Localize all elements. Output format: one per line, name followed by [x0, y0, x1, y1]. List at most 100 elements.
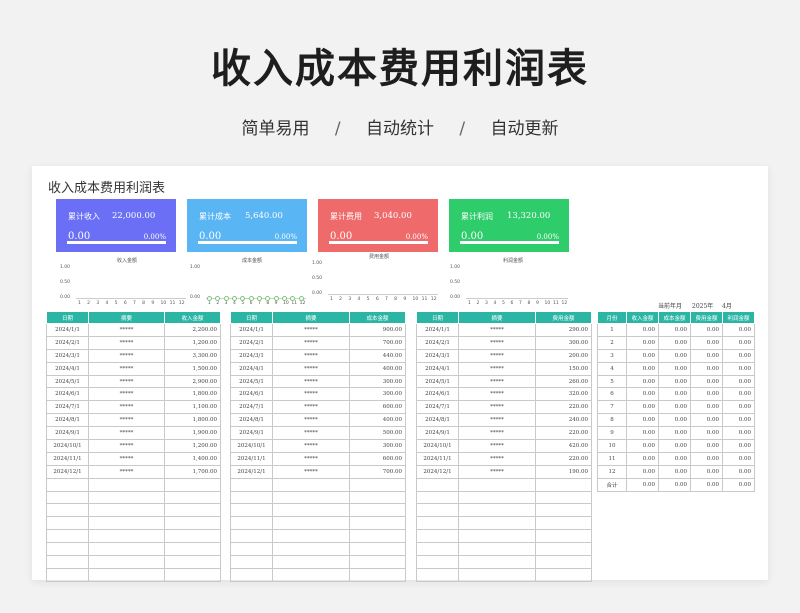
- table-cell: *****: [458, 323, 536, 337]
- table-row: 2024/5/1 ***** 300.00: [230, 374, 406, 389]
- table-cell: 260.00: [535, 374, 592, 389]
- table-cell: 0.00: [626, 374, 659, 389]
- table-cell: 0.00: [658, 361, 691, 376]
- table-cell: 2024/5/1: [230, 374, 273, 389]
- table-cell: 10: [597, 439, 627, 453]
- table-row: 2024/9/1 ***** 220.00: [416, 426, 592, 441]
- x-tick-label: 8: [527, 301, 531, 306]
- table-cell: *****: [88, 323, 165, 337]
- table-cell: 3,300.00: [164, 348, 221, 363]
- table-row: 2024/4/1 ***** 400.00: [230, 361, 406, 376]
- kpi-value: 3,040.00: [374, 211, 412, 221]
- table-cell: 1,100.00: [164, 400, 221, 415]
- table-cell: *****: [88, 451, 165, 466]
- kpi-progress-bar: [460, 241, 559, 244]
- table-cell: 0.00: [722, 413, 755, 428]
- column-header: 摘要: [458, 311, 536, 324]
- table-cell: 12: [597, 464, 627, 479]
- table-cell: [88, 542, 165, 557]
- table-row: [46, 529, 221, 544]
- table-row: 2024/10/1 ***** 420.00: [416, 439, 592, 453]
- table-cell: 300.00: [349, 439, 406, 453]
- table-row: 2024/11/1 ***** 220.00: [416, 451, 592, 466]
- table-row: [230, 567, 406, 582]
- table-cell: 200.00: [535, 348, 592, 363]
- mini-line-chart: 收入金额 1.00 0.50 0.00 1 2 3 4 5 6 7 8 9 10 11 12: [60, 258, 190, 310]
- table-cell: [416, 490, 459, 505]
- table-cell: 0.00: [626, 477, 659, 492]
- table-cell: 2024/3/1: [230, 348, 273, 363]
- table-cell: 2,900.00: [164, 374, 221, 389]
- data-point-marker: [223, 296, 229, 301]
- table-cell: 240.00: [535, 413, 592, 428]
- table-cell: 0.00: [722, 361, 755, 376]
- table-cell: 0.00: [690, 477, 723, 492]
- table-cell: 2024/11/1: [230, 451, 273, 466]
- table-cell: *****: [458, 426, 536, 441]
- table-cell: [46, 477, 89, 492]
- table-cell: 0.00: [658, 348, 691, 363]
- table-row: 2024/1/1 ***** 290.00: [416, 323, 592, 337]
- table-cell: [349, 490, 406, 505]
- x-tick-label: 8: [266, 301, 270, 306]
- data-point-marker: [282, 296, 287, 301]
- table-cell: 2024/7/1: [230, 400, 273, 415]
- y-tick-label: 0.00: [312, 291, 323, 296]
- mini-line-chart: 成本金额 1.00 0.00 1 2 3 4 5 6 7 8 9 10 11 12: [190, 258, 310, 310]
- table-cell: [416, 567, 459, 582]
- table-cell: *****: [458, 374, 536, 389]
- kpi-card-cost: 累计成本 5,640.00 0.00 0.00%: [187, 199, 307, 252]
- sheet-title: 收入成本费用利润表: [48, 181, 166, 196]
- table-cell: [230, 555, 273, 569]
- table-cell: 1,200.00: [164, 439, 221, 453]
- table-cell: 0.00: [626, 439, 659, 453]
- table-cell: 5: [597, 374, 627, 389]
- table-row: 7 0.00 0.00 0.00 0.00: [597, 400, 755, 415]
- table-cell: [46, 555, 89, 569]
- x-tick-label: 3: [348, 297, 352, 302]
- table-cell: 0.00: [626, 413, 659, 428]
- table-cell: [164, 555, 221, 569]
- x-tick-label: 11: [553, 301, 559, 306]
- table-cell: [272, 542, 350, 557]
- table-cell: 0.00: [658, 451, 691, 466]
- column-header: 摘要: [88, 311, 165, 324]
- table-cell: [46, 529, 89, 544]
- table-cell: 2,200.00: [164, 323, 221, 337]
- table-row: 2024/12/1 ***** 1,700.00: [46, 464, 221, 479]
- table-cell: 0.00: [690, 374, 723, 389]
- table-cell: 4: [597, 361, 627, 376]
- table-cell: [349, 529, 406, 544]
- table-row: 2024/10/1 ***** 1,200.00: [46, 439, 221, 453]
- table-row: 2024/4/1 ***** 1,500.00: [46, 361, 221, 376]
- table-row: 3 0.00 0.00 0.00 0.00: [597, 348, 755, 363]
- table-cell: 2024/8/1: [46, 413, 89, 428]
- table-cell: *****: [272, 439, 350, 453]
- table-cell: *****: [88, 335, 165, 350]
- x-tick-label: 1: [78, 301, 81, 306]
- table-row: [230, 490, 406, 505]
- table-row: 2024/6/1 ***** 300.00: [230, 387, 406, 402]
- table-cell: 0.00: [690, 400, 723, 415]
- table-cell: 9: [597, 426, 627, 441]
- x-tick-label: 7: [385, 297, 388, 302]
- table-cell: 0.00: [626, 464, 659, 479]
- table-cell: 900.00: [349, 323, 406, 337]
- column-header: 日期: [230, 311, 273, 324]
- table-cell: [230, 542, 273, 557]
- table-cell: 2024/6/1: [416, 387, 459, 402]
- x-tick-label: 12: [178, 301, 185, 306]
- x-axis-line: [466, 298, 568, 299]
- table-cell: 2024/4/1: [46, 361, 89, 376]
- table-cell: 0.00: [658, 400, 691, 415]
- table-cell: 1,800.00: [164, 413, 221, 428]
- table-row: 2 0.00 0.00 0.00 0.00: [597, 335, 755, 350]
- y-tick-label: 1.00: [60, 265, 71, 270]
- table-cell: [272, 490, 350, 505]
- kpi-card-revenue: 累计收入 22,000.00 0.00 0.00%: [56, 199, 176, 252]
- table-cell: *****: [88, 348, 165, 363]
- kpi-progress-bar: [329, 241, 428, 244]
- table-cell: *****: [272, 361, 350, 376]
- table-cell: 0.00: [626, 323, 659, 337]
- table-row: [46, 567, 221, 582]
